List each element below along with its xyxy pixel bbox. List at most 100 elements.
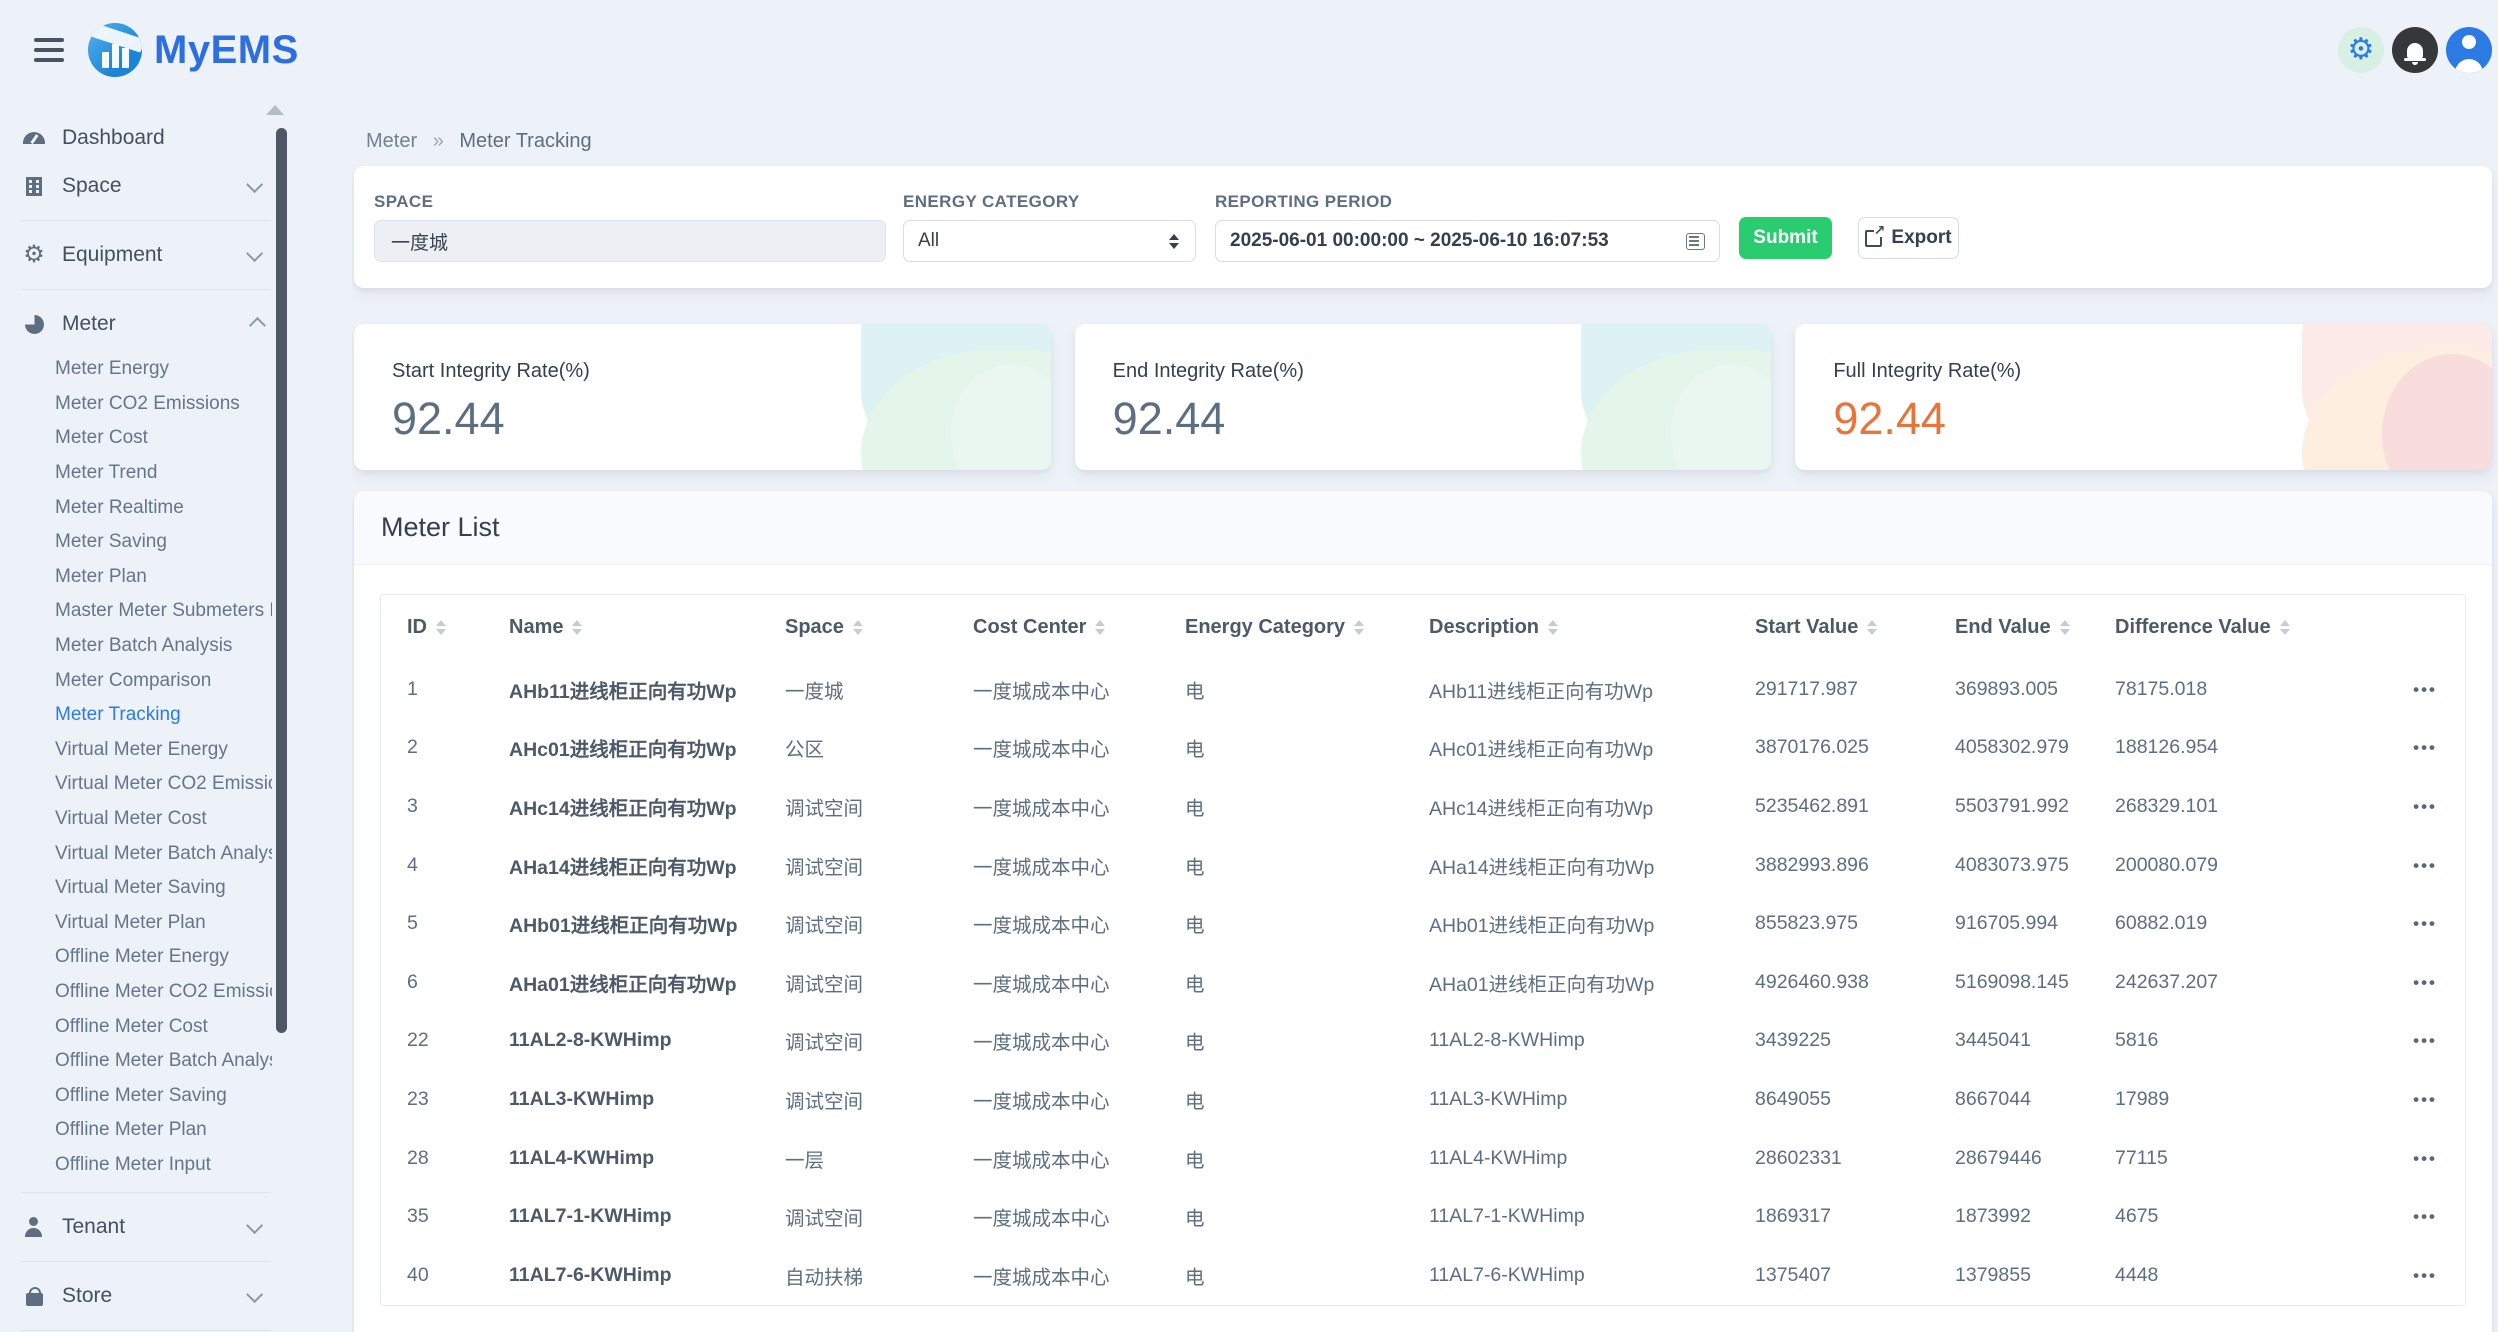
sidebar-subitem-offline-meter-energy[interactable]: Offline Meter Energy [0,940,272,975]
cell-cost-center: 一度城成本中心 [973,660,1185,719]
sort-icon[interactable] [436,620,446,635]
sidebar-subitem-meter-tracking[interactable]: Meter Tracking [0,698,272,733]
sidebar-subitem-virtual-meter-cost[interactable]: Virtual Meter Cost [0,802,272,837]
main-content: Meter » Meter Tracking SPACE ENERGY CATE… [352,100,2498,1332]
sort-icon[interactable] [2280,620,2290,635]
submit-button[interactable]: Submit [1739,217,1832,259]
sidebar-subitem-offline-meter-input[interactable]: Offline Meter Input [0,1148,272,1183]
sidebar-subitem-offline-meter-cost[interactable]: Offline Meter Cost [0,1009,272,1044]
row-actions-button[interactable]: ••• [2413,973,2437,992]
settings-button[interactable]: ⚙ [2338,27,2384,73]
energy-category-select[interactable]: All [903,220,1196,262]
column-header-cost-center[interactable]: Cost Center [973,595,1185,660]
sidebar-subitem-meter-energy[interactable]: Meter Energy [0,352,272,387]
sort-icon[interactable] [853,620,863,635]
user-avatar-button[interactable] [2446,27,2492,73]
column-header-id[interactable]: ID [381,595,509,660]
export-label: Export [1891,227,1951,249]
cell-end-value: 369893.005 [1955,660,2115,719]
notifications-button[interactable] [2392,27,2438,73]
app-window: MyEMS ⚙ DashboardSpace⚙EquipmentMeterMet… [0,0,2498,1332]
column-header-end-value[interactable]: End Value [1955,595,2115,660]
space-input[interactable] [374,220,886,262]
cell-space: 调试空间 [785,836,973,895]
sidebar-subitem-offline-meter-plan[interactable]: Offline Meter Plan [0,1113,272,1148]
row-actions-button[interactable]: ••• [2413,797,2437,816]
cell-id: 23 [381,1070,509,1129]
row-actions-button[interactable]: ••• [2413,914,2437,933]
sidebar-subitem-meter-comparison[interactable]: Meter Comparison [0,663,272,698]
row-actions-button[interactable]: ••• [2413,738,2437,757]
table-body: 1AHb11进线柜正向有功Wp一度城一度城成本中心电AHb11进线柜正向有功Wp… [381,660,2466,1305]
sidebar-item-meter[interactable]: Meter [0,300,272,348]
sort-icon[interactable] [1095,620,1105,635]
row-actions-button[interactable]: ••• [2413,680,2437,699]
sidebar-scrollbar[interactable] [276,128,287,1033]
cell-start-value: 855823.975 [1755,894,1955,953]
sidebar-subitem-offline-meter-co2-emissions[interactable]: Offline Meter CO2 Emissions [0,975,272,1010]
chevron-down-icon [246,1286,263,1303]
sidebar-subitem-offline-meter-batch-analysis[interactable]: Offline Meter Batch Analysis [0,1044,272,1079]
sidebar-subitem-meter-plan[interactable]: Meter Plan [0,560,272,595]
row-actions-button[interactable]: ••• [2413,1031,2437,1050]
breadcrumb: Meter » Meter Tracking [366,130,2492,153]
calendar-icon [1686,233,1705,250]
sort-icon[interactable] [572,620,582,635]
column-header-energy-category[interactable]: Energy Category [1185,595,1429,660]
row-actions-button[interactable]: ••• [2413,1207,2437,1226]
sidebar-item-dashboard[interactable]: Dashboard [0,114,272,162]
brand-logo[interactable]: MyEMS [88,23,299,77]
sort-icon[interactable] [2060,620,2070,635]
sidebar-subitem-virtual-meter-batch-analysis[interactable]: Virtual Meter Batch Analysis [0,836,272,871]
row-actions-button[interactable]: ••• [2413,1266,2437,1285]
cell-cost-center: 一度城成本中心 [973,1129,1185,1188]
stats-row: Start Integrity Rate(%) 92.44 End Integr… [354,324,2492,470]
cell-end-value: 4058302.979 [1955,719,2115,778]
sidebar-nav: DashboardSpace ⚙Equipment Meter Meter Energ… [0,114,272,1331]
column-header-space[interactable]: Space [785,595,973,660]
sidebar-subitem-offline-meter-saving[interactable]: Offline Meter Saving [0,1078,272,1113]
cell-end-value: 4083073.975 [1955,836,2115,895]
avatar-icon [2462,35,2476,49]
sort-icon[interactable] [1548,620,1558,635]
sidebar-subitem-meter-trend[interactable]: Meter Trend [0,456,272,491]
cell-description: AHc01进线柜正向有功Wp [1429,719,1755,778]
row-actions-button[interactable]: ••• [2413,1149,2437,1168]
sort-icon[interactable] [1354,620,1364,635]
column-header-name[interactable]: Name [509,595,785,660]
sort-icon[interactable] [1867,620,1877,635]
cell-energy-category: 电 [1185,1187,1429,1246]
sidebar-subitem-meter-co2-emissions[interactable]: Meter CO2 Emissions [0,387,272,422]
sidebar-subitem-virtual-meter-co2-emissions[interactable]: Virtual Meter CO2 Emissions [0,767,272,802]
sidebar-subitem-meter-batch-analysis[interactable]: Meter Batch Analysis [0,629,272,664]
cell-end-value: 1379855 [1955,1246,2115,1305]
column-header-start-value[interactable]: Start Value [1755,595,1955,660]
cell-space: 自动扶梯 [785,1246,973,1305]
sidebar-subitem-master-meter-submeters-balance[interactable]: Master Meter Submeters Balance [0,594,272,629]
sidebar-scroll-up-icon[interactable] [266,105,284,115]
cell-cost-center: 一度城成本中心 [973,836,1185,895]
column-header-difference-value[interactable]: Difference Value [2115,595,2325,660]
export-icon [1865,230,1882,247]
export-button[interactable]: Export [1858,217,1959,259]
column-label: Space [785,616,844,639]
sidebar-subitem-meter-saving[interactable]: Meter Saving [0,525,272,560]
reporting-period-input[interactable]: 2025-06-01 00:00:00 ~ 2025-06-10 16:07:5… [1215,220,1720,262]
sidebar-subitem-meter-realtime[interactable]: Meter Realtime [0,490,272,525]
table-row: 3AHc14进线柜正向有功Wp调试空间一度城成本中心电AHc14进线柜正向有功W… [381,777,2466,836]
row-actions-button[interactable]: ••• [2413,856,2437,875]
sidebar-subitem-virtual-meter-saving[interactable]: Virtual Meter Saving [0,871,272,906]
column-header-description[interactable]: Description [1429,595,1755,660]
sidebar-subitem-virtual-meter-plan[interactable]: Virtual Meter Plan [0,906,272,941]
table-row: 6AHa01进线柜正向有功Wp调试空间一度城成本中心电AHa01进线柜正向有功W… [381,953,2466,1012]
sidebar-item-tenant[interactable]: Tenant [0,1203,272,1251]
row-actions-button[interactable]: ••• [2413,1090,2437,1109]
sidebar-subitem-meter-cost[interactable]: Meter Cost [0,421,272,456]
hamburger-menu-icon[interactable] [34,38,64,62]
sidebar-item-store[interactable]: Store [0,1272,272,1320]
filter-panel: SPACE ENERGY CATEGORY All REPORTING PERI… [354,166,2492,288]
breadcrumb-parent[interactable]: Meter [366,130,417,152]
sidebar-item-equipment[interactable]: ⚙Equipment [0,231,272,279]
sidebar-subitem-virtual-meter-energy[interactable]: Virtual Meter Energy [0,733,272,768]
sidebar-item-space[interactable]: Space [0,162,272,210]
